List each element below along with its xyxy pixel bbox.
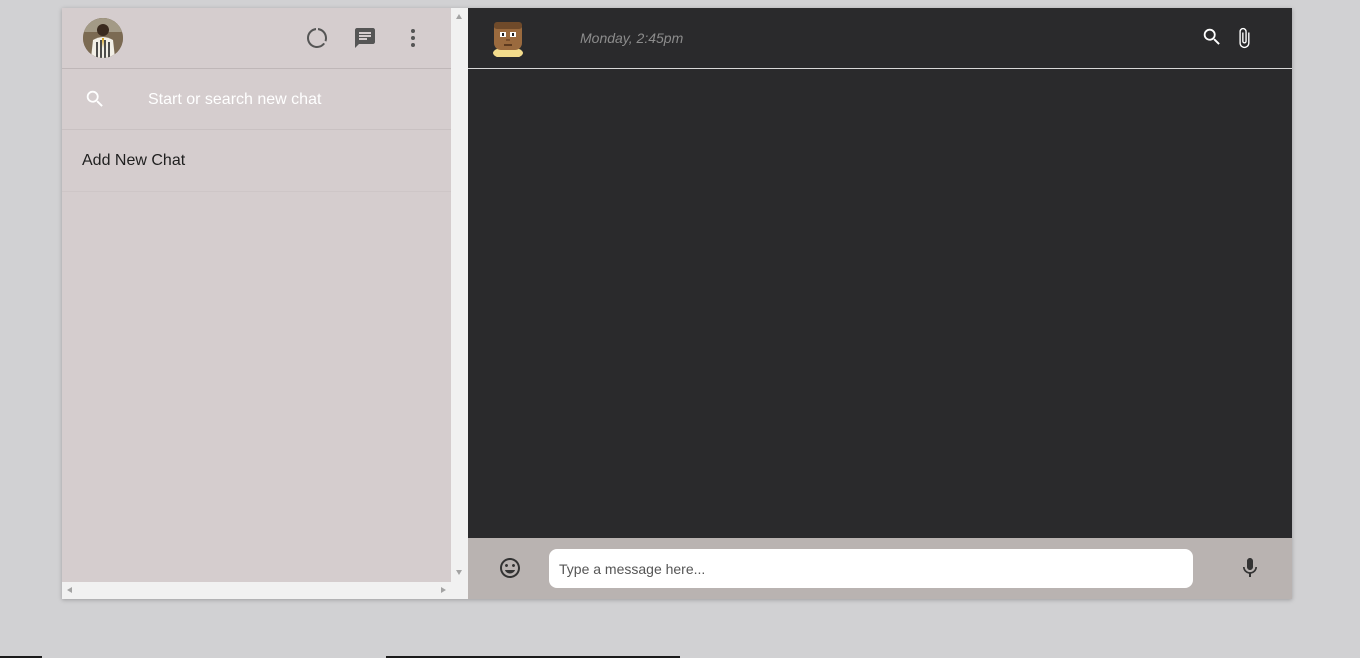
last-seen-text: Monday, 2:45pm	[580, 30, 684, 46]
sidebar: Add New Chat	[62, 8, 451, 599]
search-icon[interactable]	[84, 88, 106, 110]
chat-app-window: Add New Chat	[62, 8, 1292, 599]
horizontal-scrollbar[interactable]	[62, 582, 451, 599]
chat-header: Monday, 2:45pm	[468, 8, 1292, 69]
add-new-chat-label: Add New Chat	[82, 152, 186, 169]
emoji-icon[interactable]	[498, 556, 522, 580]
vertical-scrollbar[interactable]	[451, 8, 468, 599]
new-chat-icon[interactable]	[353, 26, 377, 50]
mic-icon[interactable]	[1238, 556, 1262, 580]
search-input[interactable]	[146, 86, 430, 114]
message-input[interactable]	[549, 549, 1193, 588]
attach-icon[interactable]	[1233, 26, 1257, 50]
more-vert-icon[interactable]	[401, 26, 425, 50]
add-new-chat-item[interactable]: Add New Chat	[62, 130, 451, 192]
message-composer	[468, 538, 1292, 599]
search-icon[interactable]	[1201, 26, 1225, 50]
scroll-right-arrow-icon[interactable]	[441, 587, 446, 593]
search-bar	[62, 69, 451, 130]
contact-avatar[interactable]	[491, 19, 525, 59]
user-avatar[interactable]	[83, 18, 123, 58]
status-icon[interactable]	[305, 26, 329, 50]
scroll-up-arrow-icon[interactable]	[456, 14, 462, 19]
sidebar-header	[62, 8, 451, 69]
scroll-left-arrow-icon[interactable]	[67, 587, 72, 593]
chat-panel: Monday, 2:45pm	[468, 8, 1292, 599]
scroll-down-arrow-icon[interactable]	[456, 570, 462, 575]
